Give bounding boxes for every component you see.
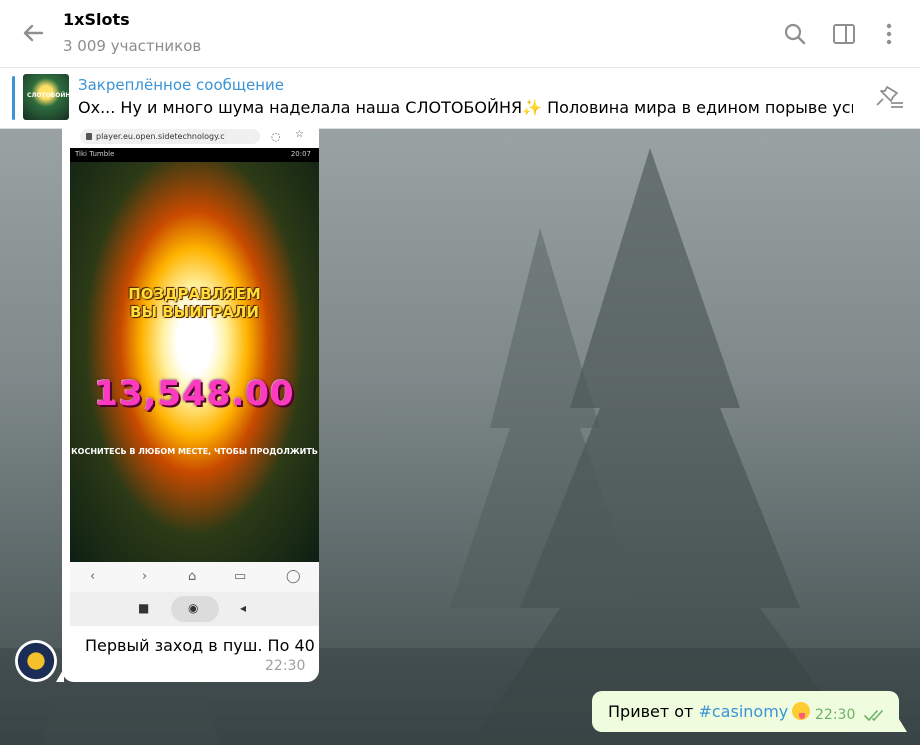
game-status-bar: Tiki Tumble 20:07 bbox=[70, 148, 319, 162]
pinned-message-bar[interactable]: СЛОТОБОЙНЯ Закреплённое сообщение Ох... … bbox=[0, 68, 920, 129]
message-text: Привет от #casinomy bbox=[608, 702, 811, 721]
avatar[interactable] bbox=[15, 640, 57, 682]
zany-face-emoji bbox=[792, 702, 811, 720]
back-triangle-icon: ◂ bbox=[240, 601, 247, 615]
continue-hint: КОСНИТЕСЬ В ЛЮБОМ МЕСТЕ, ЧТОБЫ ПРОДОЛЖИТ… bbox=[71, 447, 318, 456]
pinned-thumbnail: СЛОТОБОЙНЯ bbox=[23, 74, 75, 120]
double-check-icon bbox=[864, 710, 883, 722]
bubble-tail bbox=[899, 719, 907, 732]
reload-icon: ◌ bbox=[271, 130, 281, 143]
win-amount: 13,548.00 bbox=[94, 374, 295, 414]
back-arrow-icon: ‹ bbox=[90, 569, 96, 584]
star-icon: ☆ bbox=[295, 129, 304, 140]
unpin-icon[interactable] bbox=[871, 85, 905, 111]
android-nav-bar: ■ ◉ ◂ bbox=[70, 592, 319, 626]
message-time: 22:30 bbox=[265, 658, 306, 674]
pinned-indicator bbox=[12, 76, 15, 120]
game-win-screen: ПОЗДРАВЛЯЕМ ВЫ ВЫИГРАЛИ 13,548.00 КОСНИТЕ… bbox=[70, 162, 319, 562]
message-time: 22:30 bbox=[815, 707, 856, 723]
browser-url-bar: player.eu.open.sidetechnology.c ◌ ☆ bbox=[70, 126, 319, 148]
sidebar-toggle-icon[interactable] bbox=[831, 21, 857, 47]
bubble-tail bbox=[56, 668, 64, 682]
member-count: 3 009 участников bbox=[63, 37, 202, 55]
incoming-message[interactable]: player.eu.open.sidetechnology.c ◌ ☆ Tiki… bbox=[62, 126, 319, 682]
pinned-title: Закреплённое сообщение bbox=[78, 76, 285, 94]
chat-header: 1xSlots 3 009 участников bbox=[0, 0, 920, 68]
hashtag-link[interactable]: #casinomy bbox=[698, 702, 788, 721]
outgoing-message[interactable]: Привет от #casinomy 22:30 bbox=[592, 691, 899, 732]
home-button-icon: ◉ bbox=[188, 601, 199, 615]
arrow-left-icon[interactable] bbox=[20, 20, 46, 46]
home-icon: ⌂ bbox=[188, 569, 197, 584]
more-vertical-icon[interactable] bbox=[876, 21, 902, 47]
gamepad-icon: ▭ bbox=[234, 569, 247, 584]
lock-icon bbox=[86, 133, 92, 140]
message-text: Первый заход в пуш. По 40 bbox=[85, 636, 315, 655]
pinned-text: Ох... Ну и много шума наделала наша СЛОТ… bbox=[78, 98, 853, 117]
chat-title[interactable]: 1xSlots bbox=[63, 10, 130, 29]
profile-icon: ◯ bbox=[286, 569, 301, 584]
recent-apps-icon: ■ bbox=[138, 601, 150, 615]
message-photo[interactable]: player.eu.open.sidetechnology.c ◌ ☆ Tiki… bbox=[70, 126, 319, 626]
browser-nav-bar: ‹ › ⌂ ▭ ◯ bbox=[70, 562, 319, 592]
search-icon[interactable] bbox=[782, 21, 808, 47]
forward-arrow-icon: › bbox=[142, 569, 148, 584]
